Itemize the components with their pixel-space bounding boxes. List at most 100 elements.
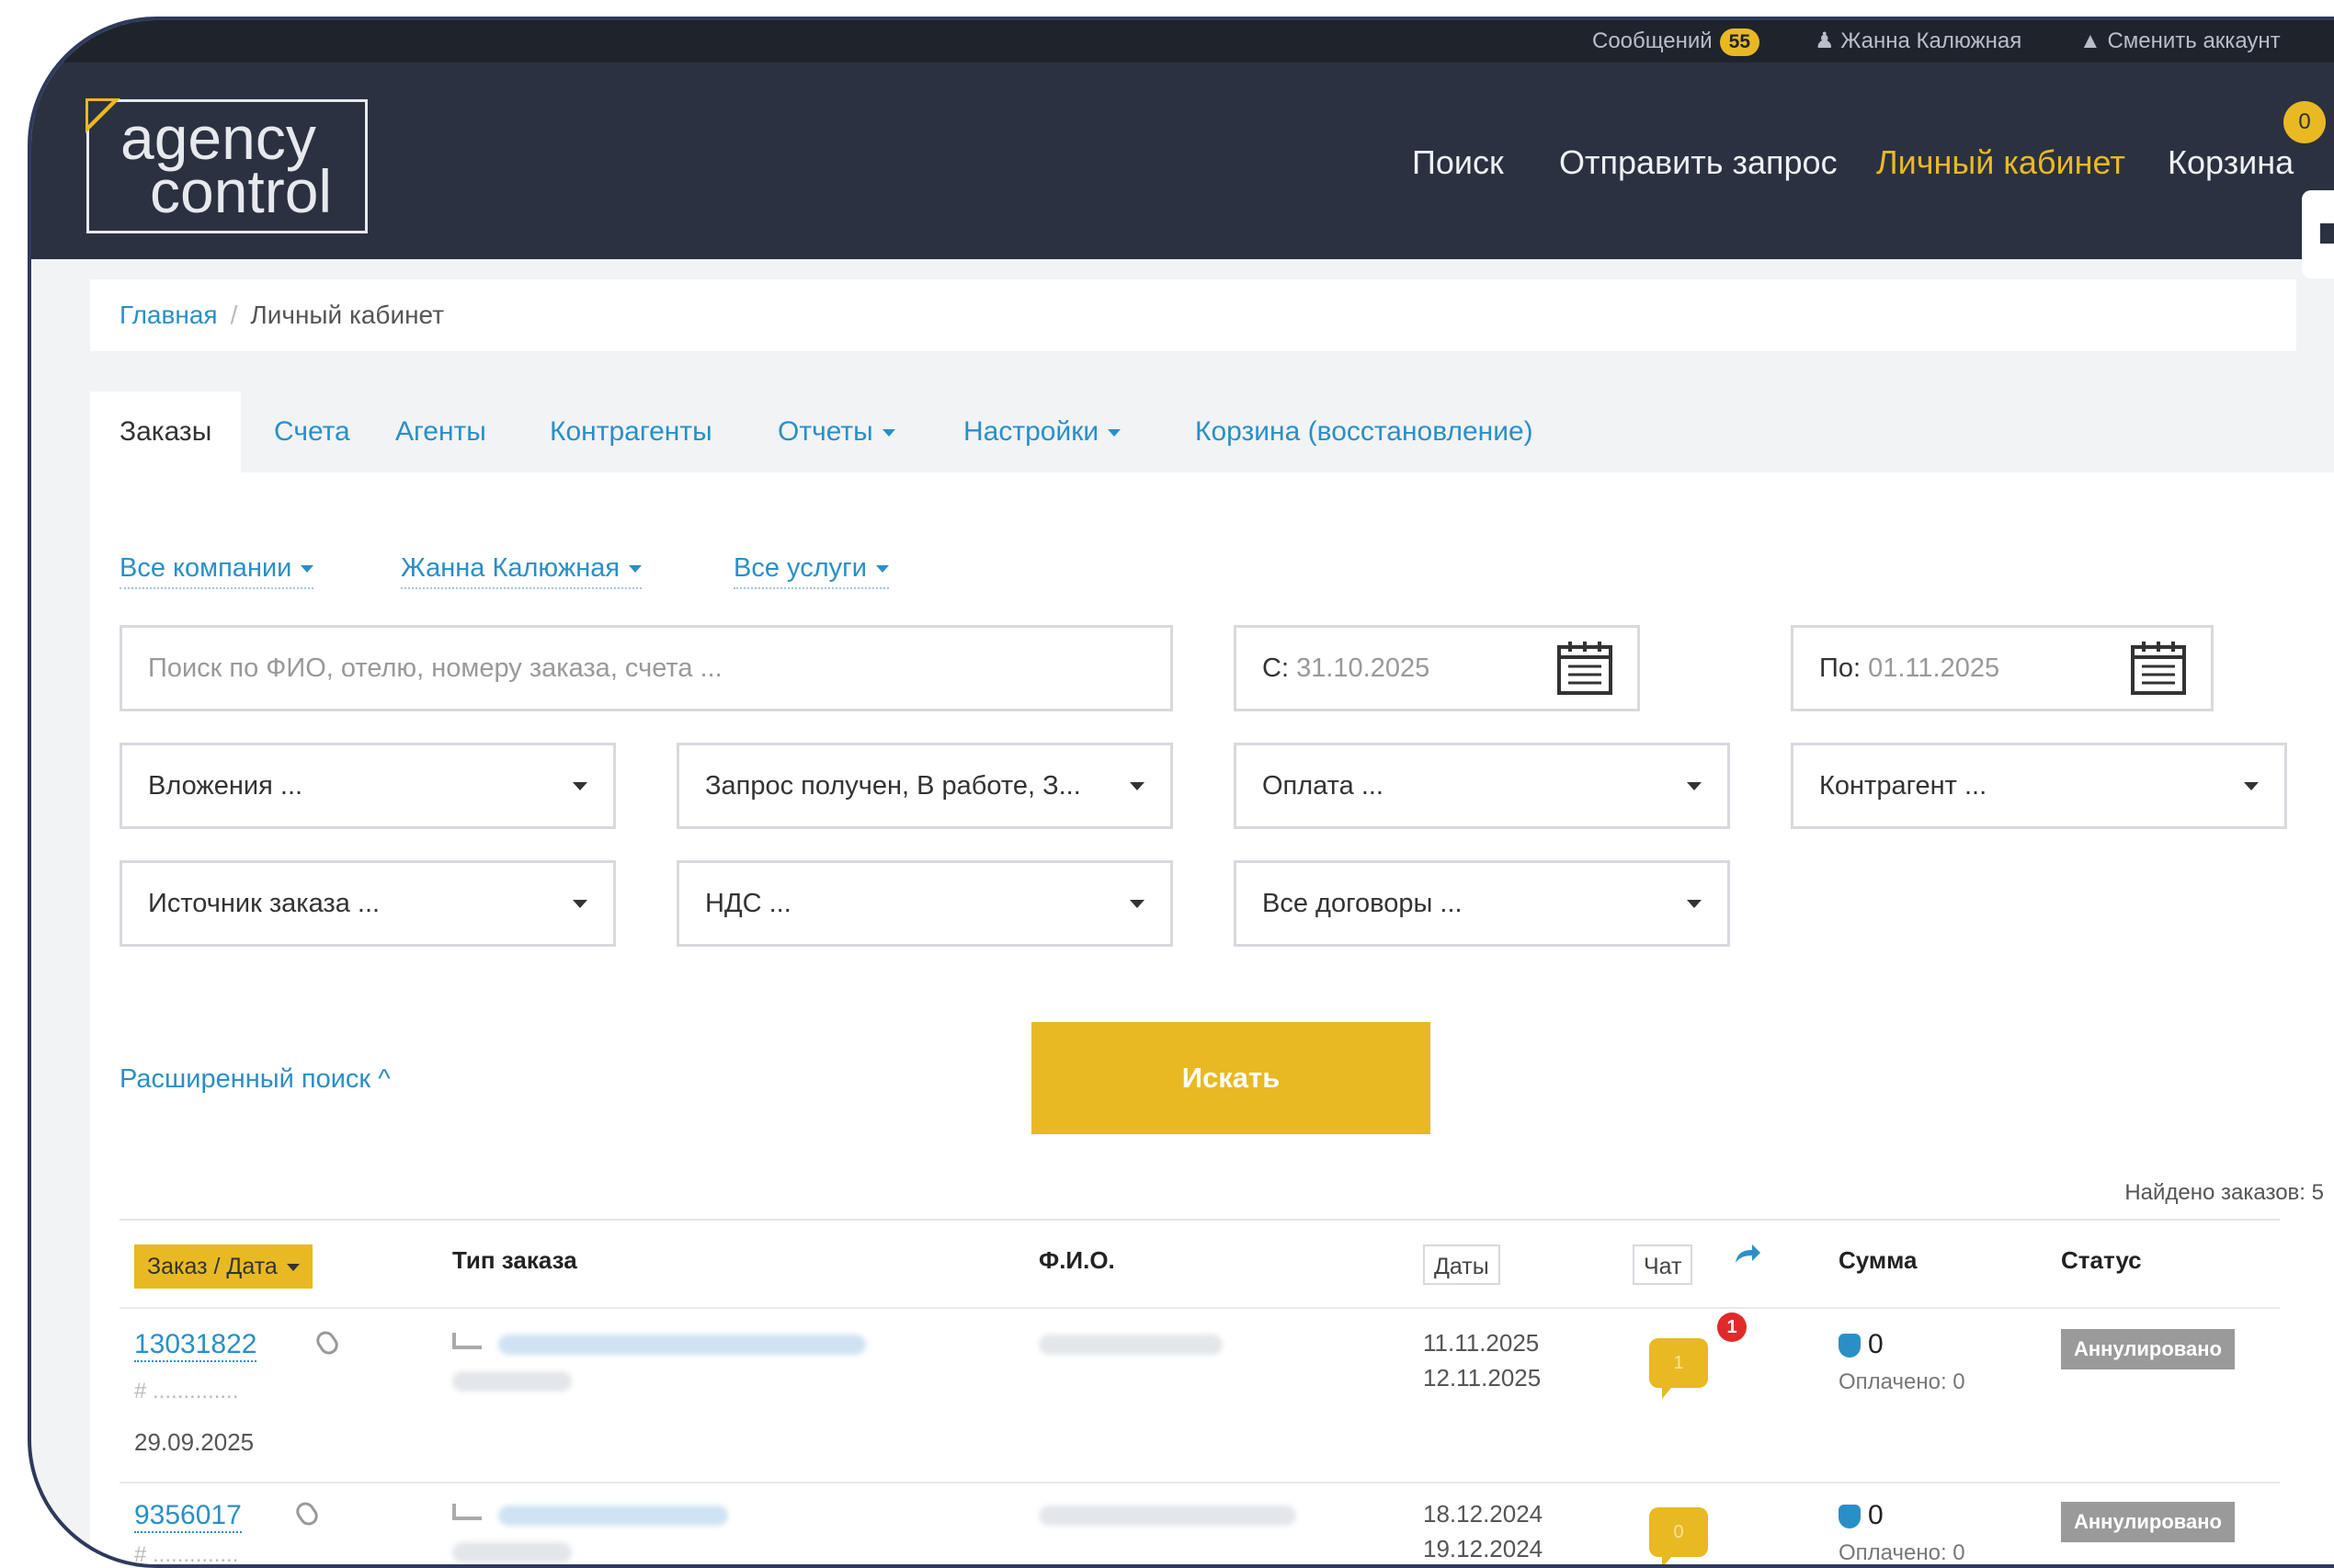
date-to-field[interactable]: По: 01.11.2025	[1791, 625, 2214, 711]
messages-link[interactable]: Сообщений 55	[1592, 20, 1760, 62]
row-divider	[120, 1482, 2280, 1483]
date-from: 18.12.2024	[1423, 1500, 1543, 1528]
tab-settings-label: Настройки	[963, 416, 1099, 447]
orders-found-count: Найдено заказов: 5	[2124, 1180, 2324, 1205]
date-to: 19.12.2024	[1423, 1535, 1543, 1562]
date-to-text: По: 01.11.2025	[1819, 628, 1999, 709]
order-number-link[interactable]: 13031822	[134, 1329, 257, 1362]
breadcrumb-separator: /	[230, 301, 238, 329]
money-bag-icon	[1839, 1505, 1861, 1529]
tab-settings[interactable]: Настройки	[963, 392, 1121, 472]
calendar-icon[interactable]	[2130, 639, 2187, 696]
bed-icon	[452, 1333, 482, 1349]
chevron-down-icon	[629, 565, 643, 574]
col-order-type: Тип заказа	[452, 1246, 577, 1274]
chevron-down-icon	[286, 1264, 300, 1272]
select-vat-value: НДС ...	[705, 889, 791, 918]
select-contracts[interactable]: Все договоры ...	[1234, 860, 1730, 947]
filter-companies-label: Все компании	[120, 553, 292, 583]
sort-order-date-button[interactable]: Заказ / Дата	[134, 1244, 313, 1289]
chat-bubble-icon[interactable]: 0	[1649, 1507, 1708, 1564]
cart-count-badge: 0	[2283, 101, 2326, 143]
fio-redacted	[1039, 1335, 1223, 1355]
col-fio: Ф.И.О.	[1039, 1246, 1115, 1274]
envelope-icon	[2320, 223, 2334, 244]
select-contractor[interactable]: Контрагент ...	[1791, 743, 2287, 829]
nav-cart[interactable]: Корзина	[2168, 143, 2294, 182]
select-source[interactable]: Источник заказа ...	[120, 860, 616, 947]
switch-account-link[interactable]: ▲ Сменить аккаунт	[2079, 20, 2281, 62]
main-header: agency control Поиск Отправить запрос Ли…	[31, 62, 2334, 259]
date-from-text: С: 31.10.2025	[1262, 628, 1429, 709]
advanced-search-toggle[interactable]: Расширенный поиск ^	[120, 1064, 391, 1095]
select-status[interactable]: Запрос получен, В работе, З...	[677, 743, 1173, 829]
date-from: 11.11.2025	[1423, 1329, 1540, 1357]
filter-user-label: Жанна Калюжная	[401, 553, 621, 583]
paperclip-icon[interactable]	[292, 1498, 322, 1529]
col-dates-button[interactable]: Даты	[1423, 1244, 1500, 1285]
breadcrumb-home[interactable]: Главная	[120, 301, 218, 329]
search-input[interactable]: Поиск по ФИО, отелю, номеру заказа, счет…	[120, 625, 1173, 711]
breadcrumb: Главная / Личный кабинет	[90, 279, 2296, 351]
tab-contractors[interactable]: Контрагенты	[550, 392, 712, 472]
share-arrow-icon[interactable]	[1734, 1243, 1761, 1265]
logo-line2: control	[150, 157, 333, 225]
nav-search[interactable]: Поиск	[1412, 143, 1504, 182]
breadcrumb-current: Личный кабинет	[250, 301, 445, 329]
tab-agents[interactable]: Агенты	[395, 392, 486, 472]
agency-control-logo[interactable]: agency control	[85, 98, 368, 233]
tab-trash[interactable]: Корзина (восстановление)	[1195, 392, 1533, 472]
feedback-side-tab[interactable]	[2302, 190, 2334, 278]
select-attachments-value: Вложения ...	[148, 771, 303, 801]
order-type-redacted[interactable]	[498, 1506, 728, 1526]
select-payment[interactable]: Оплата ...	[1234, 743, 1730, 829]
order-subtype-redacted	[452, 1542, 572, 1562]
fio-redacted	[1039, 1506, 1296, 1526]
user-link[interactable]: ♟ Жанна Калюжная	[1815, 20, 2021, 62]
order-type-redacted[interactable]	[498, 1335, 866, 1355]
tab-reports[interactable]: Отчеты	[778, 392, 895, 472]
messages-count-badge: 55	[1719, 28, 1760, 56]
chevron-down-icon	[1130, 900, 1144, 908]
filter-services[interactable]: Все услуги	[734, 553, 889, 589]
select-attachments[interactable]: Вложения ...	[120, 743, 616, 829]
select-source-value: Источник заказа ...	[148, 889, 381, 918]
order-created-date: 29.09.2025	[134, 1428, 255, 1456]
lock-icon: ▲	[2079, 28, 2101, 53]
date-to-value: 01.11.2025	[1868, 653, 2000, 683]
status-badge: Аннулировано	[2061, 1502, 2235, 1542]
nav-cabinet[interactable]: Личный кабинет	[1876, 143, 2125, 182]
unread-badge: 1	[1717, 1312, 1747, 1342]
select-vat[interactable]: НДС ...	[677, 860, 1173, 947]
chat-bubble-icon[interactable]: 1	[1649, 1338, 1708, 1399]
sort-order-date-label: Заказ / Дата	[147, 1254, 278, 1279]
chevron-down-icon	[875, 565, 889, 574]
order-sum: 0	[1839, 1500, 1884, 1531]
chevron-down-icon	[2244, 782, 2259, 790]
select-contractor-value: Контрагент ...	[1819, 771, 1987, 801]
tab-invoices[interactable]: Счета	[274, 392, 350, 472]
filter-user[interactable]: Жанна Калюжная	[401, 553, 643, 589]
orders-panel: Все компании Жанна Калюжная Все услуги П…	[90, 472, 2334, 1564]
filter-companies[interactable]: Все компании	[120, 553, 314, 589]
sum-value: 0	[1868, 1500, 1884, 1530]
chevron-down-icon	[882, 429, 895, 437]
search-button[interactable]: Искать	[1031, 1022, 1430, 1134]
chat-bubble-tail	[1662, 1388, 1671, 1399]
nav-send-request[interactable]: Отправить запрос	[1559, 143, 1838, 182]
tab-reports-label: Отчеты	[778, 416, 873, 447]
date-to-label: По:	[1819, 653, 1862, 683]
date-to: 12.11.2025	[1423, 1364, 1542, 1392]
date-from-field[interactable]: С: 31.10.2025	[1234, 625, 1640, 711]
col-sum: Сумма	[1839, 1246, 1918, 1274]
sum-value: 0	[1868, 1329, 1884, 1359]
select-payment-value: Оплата ...	[1262, 771, 1383, 801]
order-number-link[interactable]: 9356017	[134, 1500, 242, 1533]
order-subtype-redacted	[452, 1371, 572, 1392]
calendar-icon[interactable]	[1556, 639, 1613, 696]
tab-orders[interactable]: Заказы	[90, 392, 242, 472]
paid-amount: Оплачено: 0	[1839, 1369, 1965, 1394]
paperclip-icon[interactable]	[313, 1327, 342, 1358]
switch-account-label: Сменить аккаунт	[2107, 28, 2281, 53]
col-chat-button[interactable]: Чат	[1633, 1244, 1693, 1285]
